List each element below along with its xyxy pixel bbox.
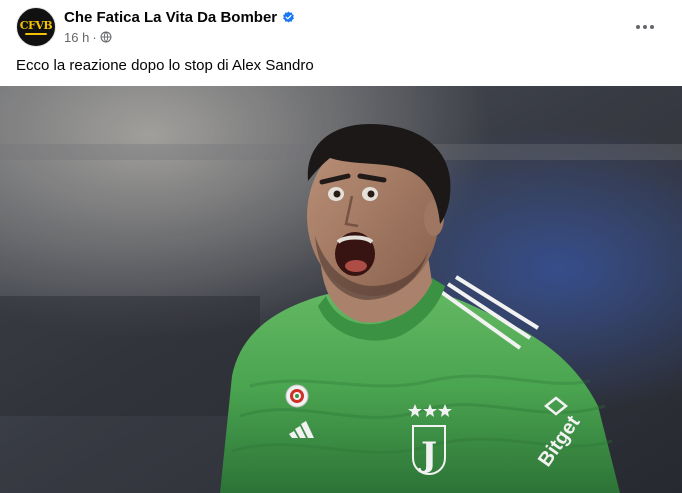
verified-badge-icon <box>283 10 294 23</box>
more-dot <box>636 25 640 29</box>
page-name-link[interactable]: Che Fatica La Vita Da Bomber <box>64 9 277 26</box>
photo-vignette <box>0 86 682 493</box>
more-options-button[interactable] <box>630 12 660 42</box>
meta-separator: · <box>92 29 97 45</box>
post-header: CFVB Che Fatica La Vita Da Bomber 16 h · <box>0 0 682 54</box>
page-name-row: Che Fatica La Vita Da Bomber <box>64 8 295 26</box>
facebook-post: CFVB Che Fatica La Vita Da Bomber 16 h · <box>0 0 682 493</box>
post-meta: 16 h · <box>64 29 112 45</box>
post-photo[interactable]: J Bitget <box>0 86 682 493</box>
more-dot <box>650 25 654 29</box>
post-timestamp[interactable]: 16 h <box>64 30 89 45</box>
avatar-logo-bar <box>25 32 47 35</box>
goalkeeper-photo: J Bitget <box>0 86 682 493</box>
more-dot <box>643 25 647 29</box>
avatar-logo-text: CFVB <box>19 18 53 32</box>
page-avatar[interactable]: CFVB <box>16 7 56 47</box>
globe-icon <box>100 31 112 43</box>
post-caption: Ecco la reazione dopo lo stop di Alex Sa… <box>16 57 314 74</box>
more-options-icon <box>636 25 654 29</box>
